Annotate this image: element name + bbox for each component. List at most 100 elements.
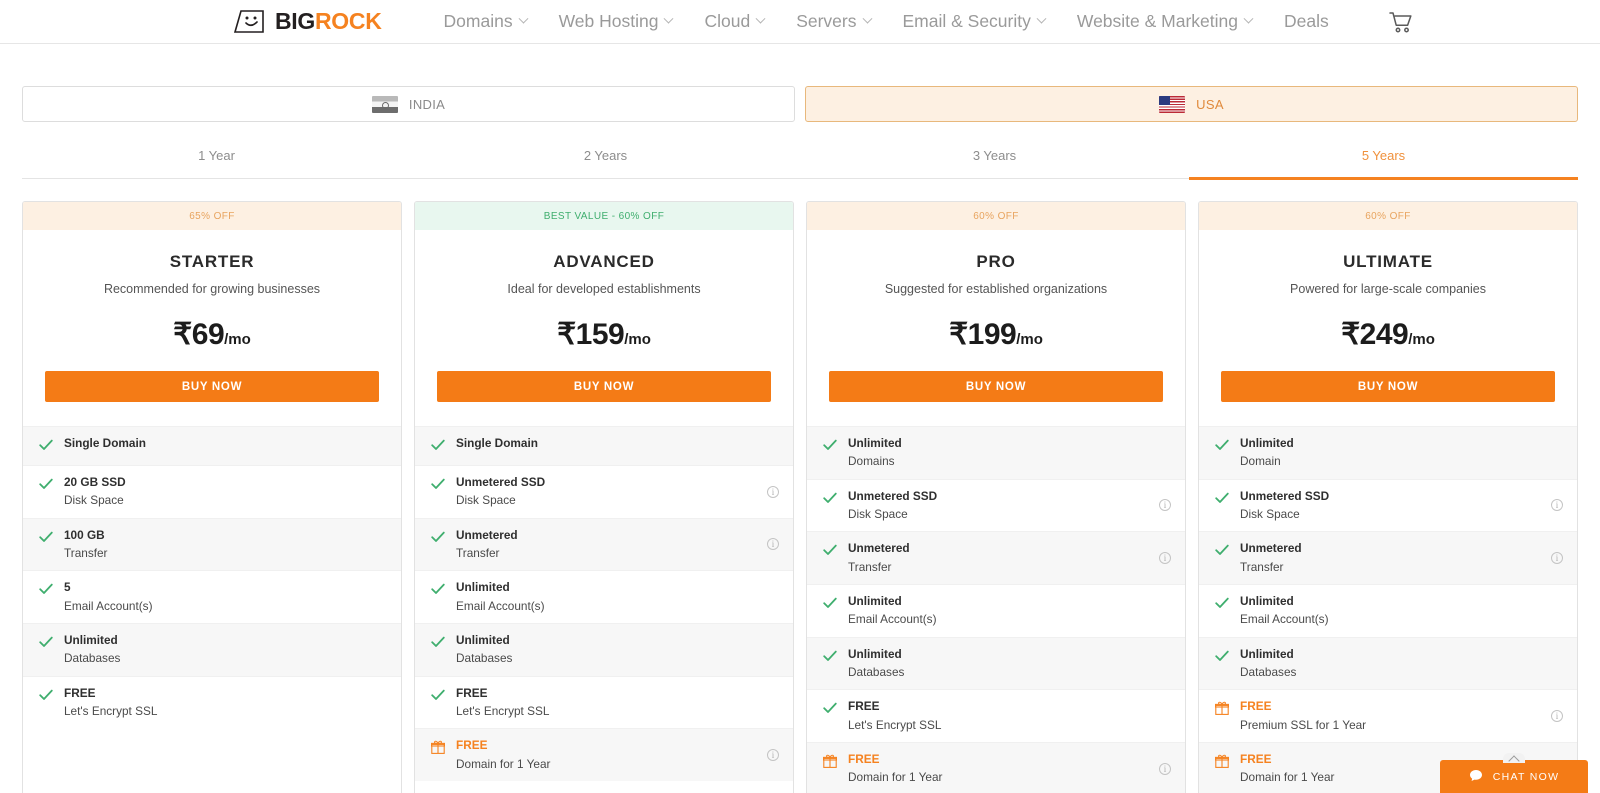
- feature-title: FREE: [456, 685, 488, 700]
- plan-description: Powered for large-scale companies: [1290, 282, 1486, 296]
- feature-title: 5: [64, 580, 71, 595]
- feature-title: Unlimited: [848, 646, 902, 661]
- card-body: ADVANCED Ideal for developed establishmen…: [415, 230, 793, 402]
- feature-text: Unlimited Databases: [848, 647, 1171, 681]
- feature-subtitle: Let's Encrypt SSL: [64, 703, 158, 718]
- feature-title: Unlimited: [1240, 436, 1294, 450]
- feature-text: Unlimited Email Account(s): [1240, 594, 1563, 628]
- feature-row: 100 GB Transfer: [23, 517, 401, 571]
- nav-item-deals[interactable]: Deals: [1268, 11, 1345, 32]
- feature-subtitle: Disk Space: [64, 493, 124, 508]
- feature-subtitle: Email Account(s): [1240, 612, 1329, 627]
- info-icon[interactable]: i: [767, 485, 779, 498]
- buy-now-button[interactable]: BUY NOW: [437, 371, 771, 402]
- term-tab-5-years[interactable]: 5 Years: [1189, 148, 1578, 180]
- info-icon[interactable]: i: [1159, 762, 1171, 775]
- feature-row: Single Domain: [23, 426, 401, 465]
- price-amount: ₹249: [1341, 318, 1409, 351]
- check-icon: [823, 699, 837, 719]
- chat-now-label: CHAT NOW: [1492, 770, 1560, 783]
- buy-now-button[interactable]: BUY NOW: [45, 371, 379, 402]
- feature-title: Unlimited: [64, 632, 118, 647]
- info-icon[interactable]: i: [767, 749, 779, 762]
- nav-item-servers[interactable]: Servers: [780, 11, 886, 32]
- feature-list: Unlimited Domain Unmetered SSD Disk Space i U…: [1199, 426, 1577, 793]
- nav-item-cloud[interactable]: Cloud: [688, 11, 780, 32]
- chat-now-widget[interactable]: CHAT NOW: [1440, 753, 1588, 793]
- shopping-cart-icon[interactable]: [1389, 11, 1413, 33]
- price-amount: ₹159: [557, 318, 625, 351]
- feature-list: Single Domain Unmetered SSD Disk Space i Unm…: [415, 426, 793, 781]
- check-icon: [39, 633, 53, 653]
- term-tab-2-years[interactable]: 2 Years: [411, 148, 800, 178]
- chevron-down-icon: [518, 13, 529, 24]
- chevron-up-icon[interactable]: [1503, 753, 1525, 763]
- discount-badge: 60% OFF: [1199, 202, 1577, 230]
- feature-text: 20 GB SSD Disk Space: [64, 475, 387, 509]
- feature-subtitle: Domain: [1240, 454, 1281, 469]
- plan-description: Suggested for established organizations: [884, 282, 1108, 296]
- feature-row: FREE Let's Encrypt SSL: [807, 689, 1185, 742]
- feature-text: FREE Let's Encrypt SSL: [64, 686, 387, 720]
- feature-row: FREE Let's Encrypt SSL: [23, 675, 401, 729]
- country-tab-india[interactable]: INDIA: [22, 86, 795, 122]
- term-tab-3-years[interactable]: 3 Years: [800, 148, 1189, 178]
- feature-text: Unmetered Transfer: [1240, 541, 1540, 575]
- feature-title: Unlimited: [456, 632, 510, 647]
- feature-title: Unmetered: [1240, 541, 1302, 556]
- feature-row: FREE Domain for 1 Year i: [415, 728, 793, 781]
- feature-text: FREE Premium SSL for 1 Year: [1240, 699, 1540, 733]
- country-tab-usa[interactable]: USA: [805, 86, 1578, 122]
- check-icon: [39, 436, 53, 456]
- buy-now-button[interactable]: BUY NOW: [829, 371, 1163, 402]
- feature-row: Unmetered SSD Disk Space i: [1199, 478, 1577, 532]
- feature-list: Unlimited Domains Unmetered SSD Disk Space i…: [807, 426, 1185, 793]
- gift-icon: [822, 752, 838, 773]
- feature-text: Unlimited Email Account(s): [848, 594, 1171, 628]
- feature-title: FREE: [64, 685, 96, 700]
- feature-row: Unlimited Email Account(s): [415, 570, 793, 623]
- info-icon[interactable]: i: [1159, 499, 1171, 512]
- site-logo[interactable]: BIGROCK: [232, 8, 382, 35]
- info-icon[interactable]: i: [1551, 710, 1563, 723]
- info-icon[interactable]: i: [1551, 499, 1563, 512]
- nav-item-website-marketing[interactable]: Website & Marketing: [1061, 11, 1268, 32]
- feature-row: Unlimited Databases: [415, 622, 793, 676]
- nav-label: Servers: [796, 11, 857, 31]
- plan-description: Recommended for growing businesses: [103, 282, 321, 296]
- feature-text: FREE Let's Encrypt SSL: [848, 699, 1171, 733]
- feature-text: Unmetered SSD Disk Space: [1240, 489, 1540, 523]
- feature-subtitle: Email Account(s): [456, 598, 545, 613]
- feature-subtitle: Premium SSL for 1 Year: [1240, 717, 1367, 732]
- feature-row: Unlimited Databases: [807, 636, 1185, 690]
- check-icon: [431, 686, 445, 706]
- plan-price: ₹69/mo: [45, 317, 379, 352]
- nav-item-web-hosting[interactable]: Web Hosting: [543, 11, 689, 32]
- feature-subtitle: Disk Space: [1240, 506, 1300, 521]
- feature-text: Single Domain: [64, 436, 387, 451]
- term-tab-1-year[interactable]: 1 Year: [22, 148, 411, 178]
- plan-description: Ideal for developed establishments: [507, 282, 701, 296]
- price-period: /mo: [1016, 331, 1043, 348]
- nav-item-domains[interactable]: Domains: [428, 11, 543, 32]
- check-icon: [39, 580, 53, 600]
- check-icon: [823, 647, 837, 667]
- buy-now-button[interactable]: BUY NOW: [1221, 371, 1555, 402]
- info-icon[interactable]: i: [1159, 552, 1171, 565]
- logo-text-rock: ROCK: [315, 8, 382, 34]
- pricing-cards: 65% OFF STARTER Recommended for growing bu…: [22, 201, 1578, 793]
- info-icon[interactable]: i: [1551, 552, 1563, 565]
- feature-row: 5 Email Account(s): [23, 570, 401, 623]
- gift-icon: [430, 738, 446, 759]
- discount-badge: 65% OFF: [23, 202, 401, 230]
- check-icon: [431, 528, 445, 548]
- feature-row: FREE Domain for 1 Year i: [807, 741, 1185, 793]
- feature-text: Unlimited Domain: [1240, 436, 1563, 470]
- info-icon[interactable]: i: [767, 538, 779, 551]
- feature-subtitle: Transfer: [456, 545, 500, 560]
- card-body: ULTIMATE Powered for large-scale companie…: [1199, 230, 1577, 402]
- feature-row: Unmetered SSD Disk Space i: [415, 465, 793, 518]
- nav-label: Deals: [1284, 11, 1329, 31]
- nav-item-email-security[interactable]: Email & Security: [887, 11, 1061, 32]
- feature-text: Unmetered SSD Disk Space: [848, 489, 1148, 523]
